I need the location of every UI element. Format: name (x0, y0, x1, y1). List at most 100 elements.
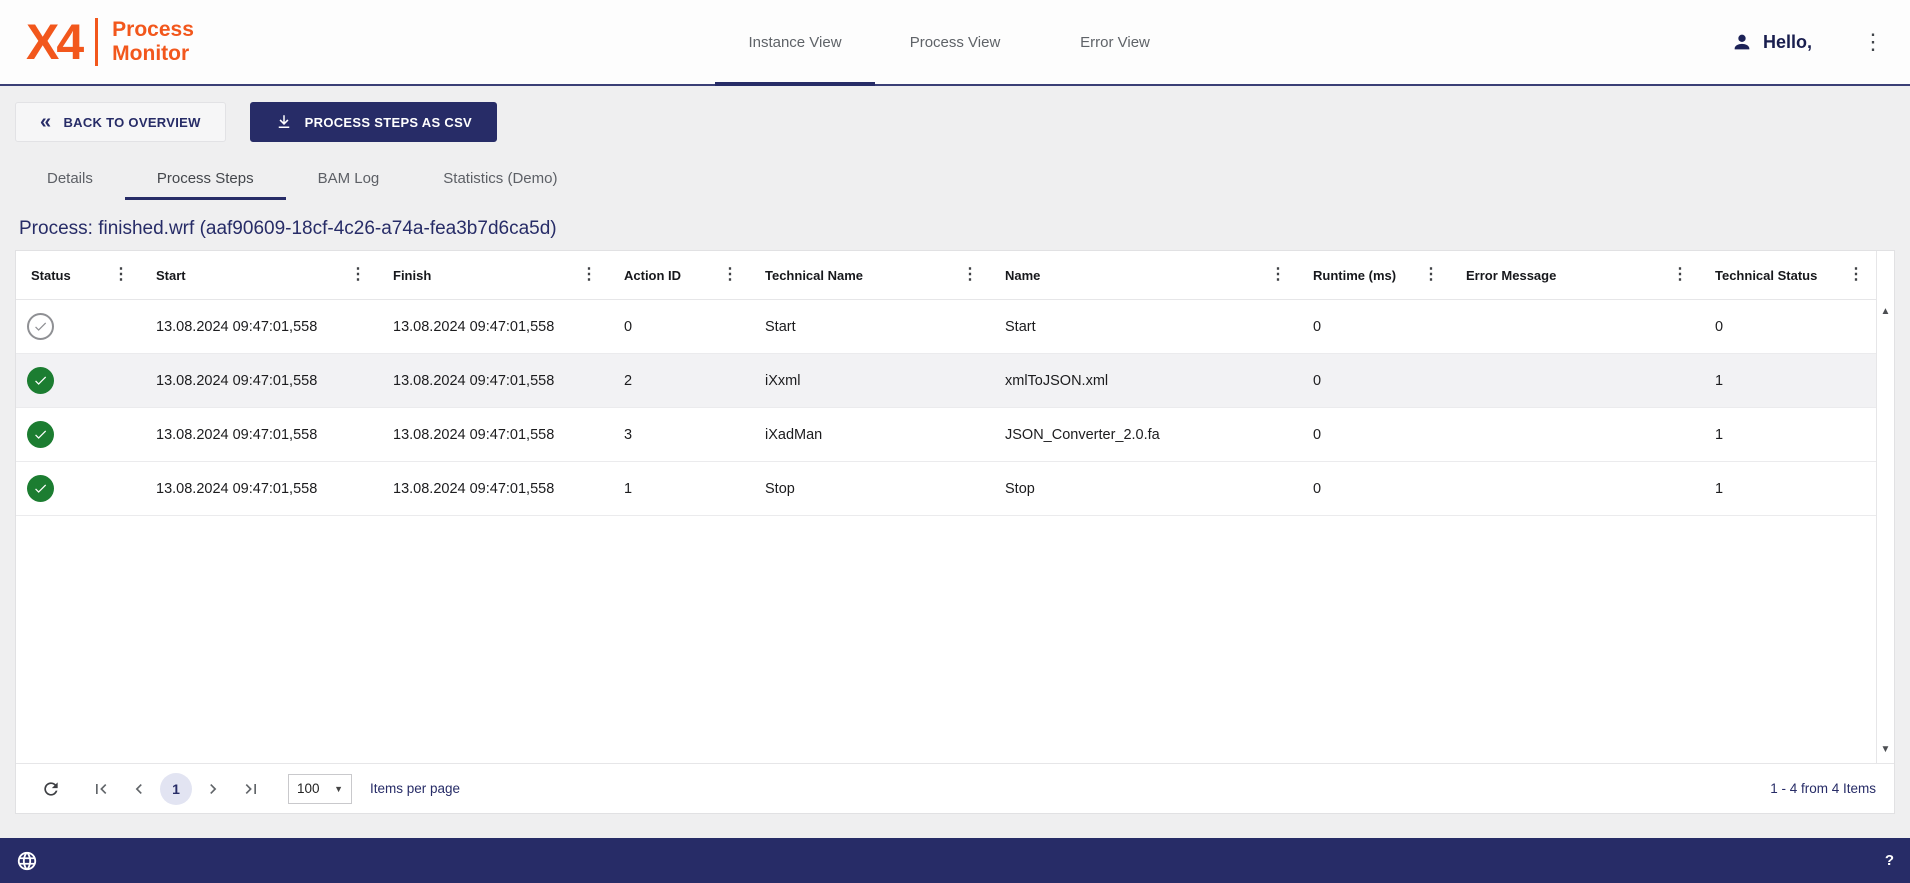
next-page-icon (203, 779, 223, 799)
column-menu-icon[interactable]: ⋮ (1848, 267, 1864, 283)
next-page-button[interactable] (196, 772, 230, 806)
cell-technical-name: Start (750, 319, 990, 335)
column-label: Start (156, 268, 186, 283)
subtab-details[interactable]: Details (15, 156, 125, 200)
column-menu-icon[interactable]: ⋮ (1423, 267, 1439, 283)
detail-tabs: Details Process Steps BAM Log Statistics… (15, 156, 1910, 200)
cell-finish: 13.08.2024 09:47:01,558 (378, 319, 609, 335)
table-header-row: Status ⋮ Start ⋮ Finish ⋮ Action ID ⋮ Te… (16, 251, 1876, 300)
table-scrollbar[interactable]: ▲ ▼ (1876, 251, 1894, 763)
subtab-statistics-demo[interactable]: Statistics (Demo) (411, 156, 589, 200)
select-caret-icon: ▼ (334, 784, 343, 794)
column-label: Finish (393, 268, 431, 283)
main-view-tabs: Instance View Process View Error View (715, 0, 1195, 84)
cell-name: Stop (990, 481, 1298, 497)
column-label: Action ID (624, 268, 681, 283)
cell-technical-status: 1 (1700, 373, 1876, 389)
cell-action-id: 3 (609, 427, 750, 443)
cell-finish: 13.08.2024 09:47:01,558 (378, 373, 609, 389)
table-row[interactable]: 13.08.2024 09:47:01,558 13.08.2024 09:47… (16, 300, 1876, 354)
user-icon (1731, 31, 1753, 53)
cell-technical-name: iXxml (750, 373, 990, 389)
cell-status (16, 475, 141, 502)
first-page-icon (91, 779, 111, 799)
column-menu-icon[interactable]: ⋮ (962, 267, 978, 283)
column-label: Name (1005, 268, 1040, 283)
last-page-button[interactable] (234, 772, 268, 806)
tab-instance-view[interactable]: Instance View (715, 0, 875, 84)
column-header-start: Start ⋮ (141, 267, 378, 283)
cell-action-id: 1 (609, 481, 750, 497)
column-label: Runtime (ms) (1313, 268, 1396, 283)
cell-action-id: 0 (609, 319, 750, 335)
column-menu-icon[interactable]: ⋮ (581, 267, 597, 283)
column-menu-icon[interactable]: ⋮ (1672, 267, 1688, 283)
app-logo: X4 Process Monitor (26, 17, 194, 67)
cell-technical-status: 1 (1700, 427, 1876, 443)
items-range-label: 1 - 4 from 4 Items (1770, 781, 1876, 796)
column-header-action-id: Action ID ⋮ (609, 267, 750, 283)
column-menu-icon[interactable]: ⋮ (722, 267, 738, 283)
cell-status (16, 367, 141, 394)
column-header-finish: Finish ⋮ (378, 267, 609, 283)
refresh-button[interactable] (34, 772, 68, 806)
column-label: Technical Name (765, 268, 863, 283)
globe-icon[interactable] (16, 850, 38, 872)
page-size-select[interactable]: 100 ▼ (288, 774, 352, 804)
prev-page-button[interactable] (122, 772, 156, 806)
cell-start: 13.08.2024 09:47:01,558 (141, 427, 378, 443)
status-check-circle-gray-icon (27, 313, 54, 340)
pagination-bar: 1 100 ▼ Items per page 1 - 4 from 4 Item… (16, 763, 1894, 813)
process-title: Process: finished.wrf (aaf90609-18cf-4c2… (19, 218, 1910, 240)
table-row[interactable]: 13.08.2024 09:47:01,558 13.08.2024 09:47… (16, 462, 1876, 516)
status-check-circle-green-icon (27, 367, 54, 394)
download-icon (275, 113, 293, 131)
page-size-value: 100 (297, 781, 320, 796)
cell-technical-status: 1 (1700, 481, 1876, 497)
column-label: Technical Status (1715, 268, 1817, 283)
column-menu-icon[interactable]: ⋮ (113, 267, 129, 283)
status-check-circle-green-icon (27, 421, 54, 448)
column-menu-icon[interactable]: ⋮ (1270, 267, 1286, 283)
header-kebab-menu-icon[interactable]: ⋮ (1862, 31, 1884, 53)
items-per-page-label: Items per page (370, 781, 460, 796)
column-header-technical-status: Technical Status ⋮ (1700, 267, 1876, 283)
subtab-process-steps[interactable]: Process Steps (125, 156, 286, 200)
table-row[interactable]: 13.08.2024 09:47:01,558 13.08.2024 09:47… (16, 354, 1876, 408)
greeting-text: Hello, (1763, 32, 1812, 53)
prev-page-icon (129, 779, 149, 799)
cell-name: JSON_Converter_2.0.fa (990, 427, 1298, 443)
logo-line2: Monitor (112, 42, 189, 65)
process-steps-csv-button[interactable]: PROCESS STEPS AS CSV (250, 102, 497, 142)
cell-runtime: 0 (1298, 373, 1451, 389)
tab-process-view[interactable]: Process View (875, 0, 1035, 84)
subtab-bam-log[interactable]: BAM Log (286, 156, 412, 200)
column-header-error-message: Error Message ⋮ (1451, 267, 1700, 283)
column-header-runtime: Runtime (ms) ⋮ (1298, 267, 1451, 283)
footer-bar: ? (0, 838, 1910, 883)
cell-technical-name: Stop (750, 481, 990, 497)
cell-status (16, 313, 141, 340)
back-to-overview-button[interactable]: « BACK TO OVERVIEW (15, 102, 226, 142)
status-check-circle-green-icon (27, 475, 54, 502)
last-page-icon (241, 779, 261, 799)
cell-technical-status: 0 (1700, 319, 1876, 335)
column-menu-icon[interactable]: ⋮ (350, 267, 366, 283)
cell-finish: 13.08.2024 09:47:01,558 (378, 481, 609, 497)
scroll-down-icon[interactable]: ▼ (1881, 745, 1891, 755)
column-header-name: Name ⋮ (990, 267, 1298, 283)
tab-error-view[interactable]: Error View (1035, 0, 1195, 84)
help-button[interactable]: ? (1885, 852, 1894, 869)
back-button-label: BACK TO OVERVIEW (63, 115, 200, 130)
cell-start: 13.08.2024 09:47:01,558 (141, 319, 378, 335)
first-page-button[interactable] (84, 772, 118, 806)
cell-name: Start (990, 319, 1298, 335)
table-row[interactable]: 13.08.2024 09:47:01,558 13.08.2024 09:47… (16, 408, 1876, 462)
current-page-button[interactable]: 1 (160, 773, 192, 805)
x4-logo: X4 (26, 17, 81, 67)
scroll-up-icon[interactable]: ▲ (1881, 307, 1891, 317)
cell-status (16, 421, 141, 448)
app-header: X4 Process Monitor Instance View Process… (0, 0, 1910, 86)
column-header-status: Status ⋮ (16, 267, 141, 283)
logo-product-name: Process Monitor (112, 18, 194, 66)
